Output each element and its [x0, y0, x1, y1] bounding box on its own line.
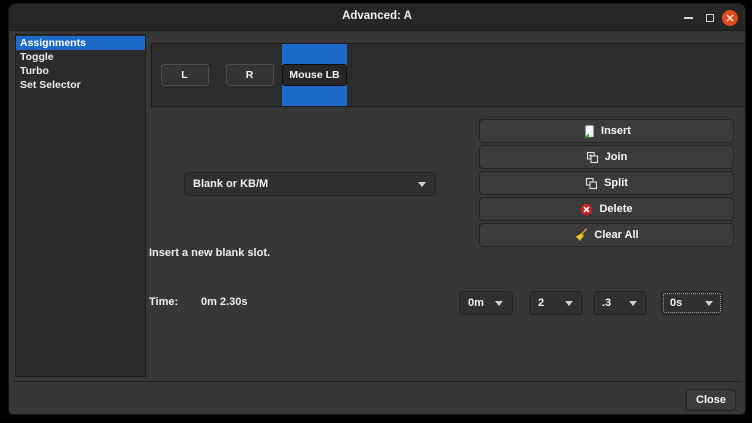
insert-button-label: Insert	[601, 125, 631, 137]
sidebar: Assignments Toggle Turbo Set Selector	[15, 34, 146, 377]
split-button-label: Split	[604, 177, 628, 189]
slot-type-dropdown-value: Blank or KB/M	[185, 178, 418, 190]
maximize-icon	[706, 14, 714, 22]
close-window-button[interactable]	[719, 4, 741, 31]
join-icon	[586, 151, 599, 164]
slot-button-l[interactable]: L	[161, 64, 209, 86]
slot-button-mouse-lb[interactable]: Mouse LB	[282, 64, 347, 86]
maximize-button[interactable]	[701, 4, 719, 31]
chevron-down-icon	[418, 182, 426, 187]
time-minutes-dropdown[interactable]: 0m	[459, 291, 513, 315]
split-button[interactable]: Split	[479, 171, 734, 195]
slot-cell-r[interactable]: R	[217, 44, 282, 106]
time-seconds-value: 2	[530, 297, 565, 309]
sidebar-item-set-selector[interactable]: Set Selector	[16, 78, 145, 92]
chevron-down-icon	[629, 301, 637, 306]
sidebar-item-assignments[interactable]: Assignments	[16, 36, 145, 50]
footer-separator	[14, 381, 742, 382]
clear-all-button-label: Clear All	[594, 229, 638, 241]
close-button[interactable]: Close	[686, 389, 736, 411]
insert-button[interactable]: Insert	[479, 119, 734, 143]
slot-button-r[interactable]: R	[226, 64, 274, 86]
time-tenths-dropdown[interactable]: .3	[593, 291, 647, 315]
time-minutes-value: 0m	[460, 297, 495, 309]
clear-all-button[interactable]: Clear All	[479, 223, 734, 247]
slot-cell-mouse-lb[interactable]: Mouse LB	[282, 44, 347, 106]
advanced-dialog-window: Advanced: A Assignments Toggle Turbo Set…	[8, 3, 746, 415]
screen: Advanced: A Assignments Toggle Turbo Set…	[0, 0, 752, 423]
time-label: Time:	[149, 296, 178, 308]
time-hundredths-dropdown[interactable]: 0s	[661, 291, 723, 315]
insert-document-icon	[582, 125, 595, 138]
time-tenths-value: .3	[594, 297, 629, 309]
window-title: Advanced: A	[9, 10, 745, 22]
slot-type-dropdown[interactable]: Blank or KB/M	[184, 172, 436, 196]
titlebar: Advanced: A	[9, 4, 745, 31]
slot-description: Insert a new blank slot.	[149, 247, 270, 259]
minimize-icon	[684, 17, 693, 19]
chevron-down-icon	[495, 301, 503, 306]
chevron-down-icon	[565, 301, 573, 306]
sidebar-item-toggle[interactable]: Toggle	[16, 50, 145, 64]
slot-cell-l[interactable]: L	[152, 44, 217, 106]
time-hundredths-value: 0s	[662, 297, 705, 309]
delete-icon	[580, 203, 593, 216]
delete-button[interactable]: Delete	[479, 197, 734, 221]
sidebar-item-turbo[interactable]: Turbo	[16, 64, 145, 78]
broom-icon	[574, 228, 588, 242]
join-button[interactable]: Join	[479, 145, 734, 169]
split-icon	[585, 177, 598, 190]
join-button-label: Join	[605, 151, 628, 163]
close-icon	[722, 10, 738, 26]
time-value: 0m 2.30s	[201, 296, 247, 308]
slots-panel: L R Mouse LB	[151, 43, 746, 107]
chevron-down-icon	[705, 301, 713, 306]
delete-button-label: Delete	[599, 203, 632, 215]
minimize-button[interactable]	[679, 4, 697, 31]
time-seconds-dropdown[interactable]: 2	[529, 291, 583, 315]
